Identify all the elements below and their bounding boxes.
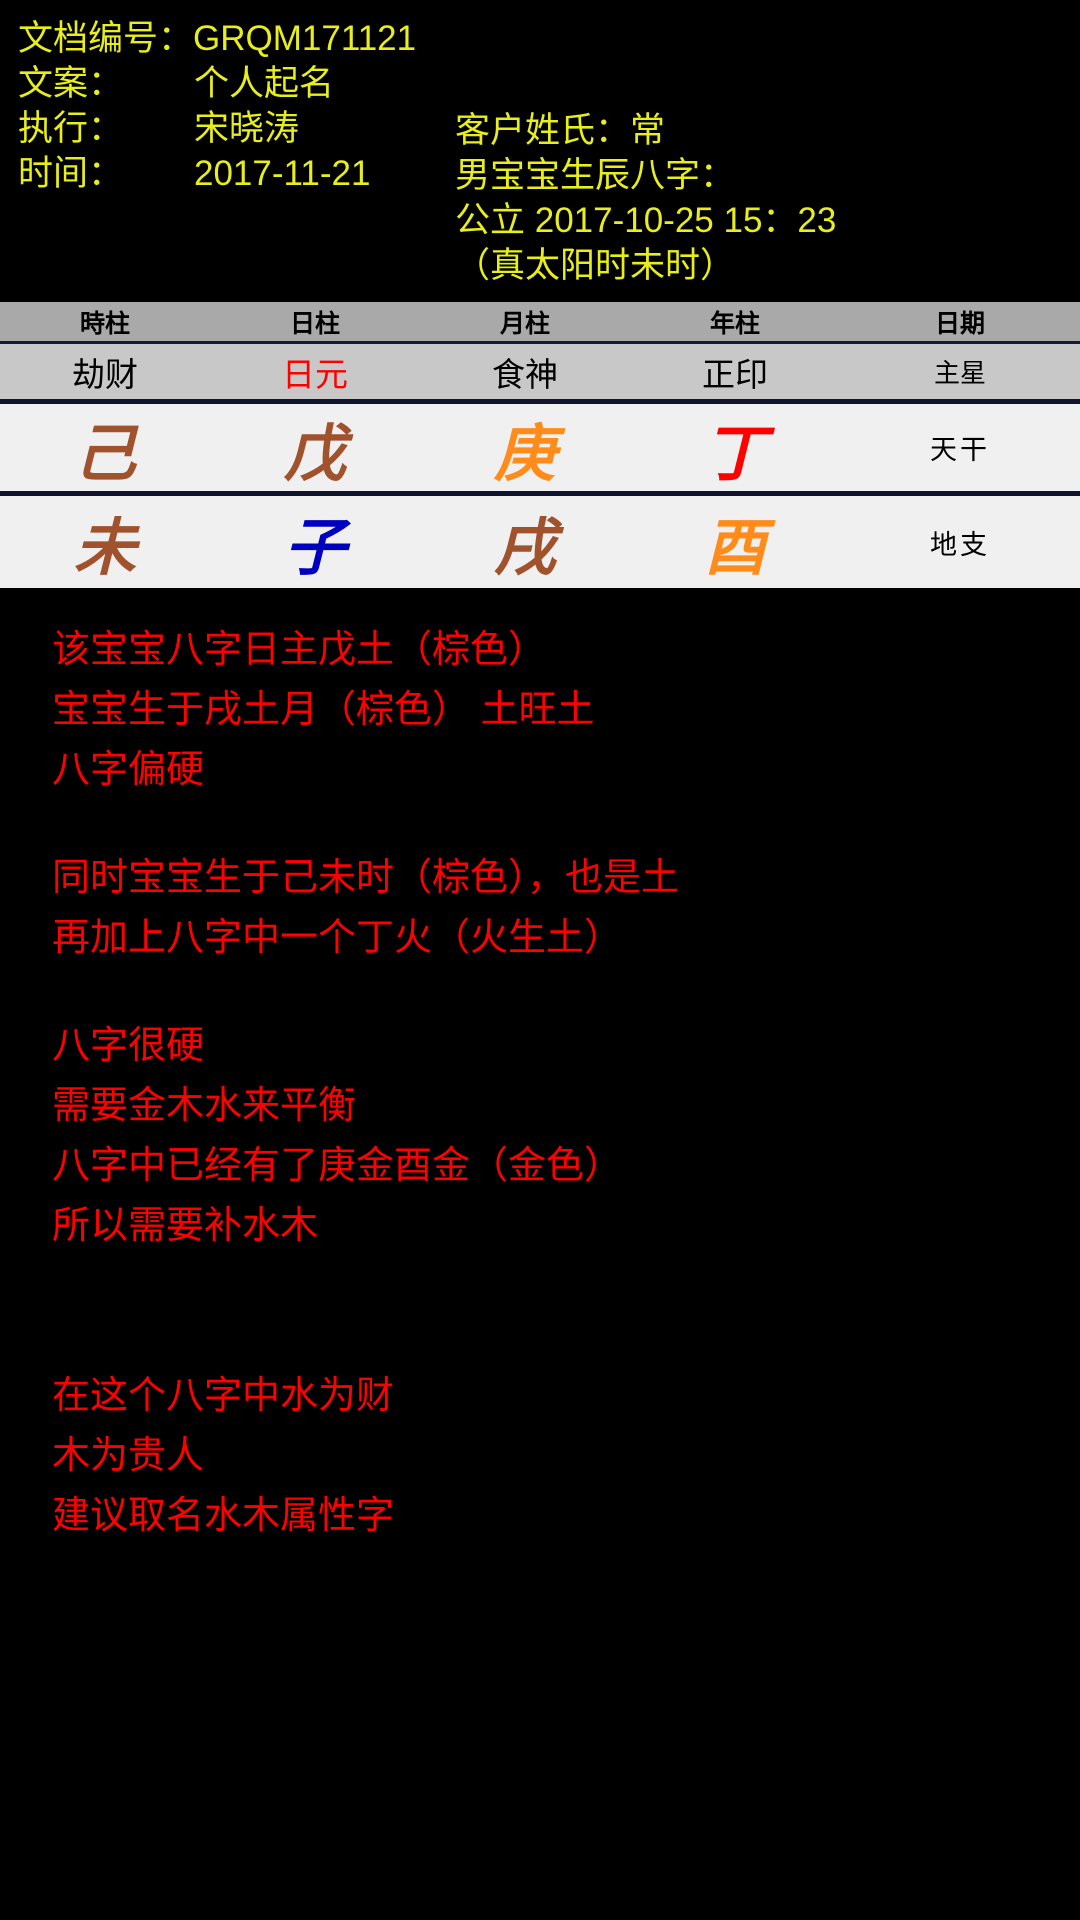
baby-bazi-label-line: 男宝宝生辰八字： bbox=[455, 156, 736, 195]
column-header-month-pillar: 月柱 bbox=[499, 309, 550, 338]
analysis-line: 宝宝生于戌土月（棕色） 土旺土 bbox=[52, 689, 595, 731]
client-surname-line: 客户姓氏：常 bbox=[455, 111, 666, 150]
column-header-year-pillar: 年柱 bbox=[709, 309, 760, 338]
analysis-line: 在这个八字中水为财 bbox=[52, 1375, 395, 1417]
analysis-paragraph-2: 同时宝宝生于己未时（棕色），也是土 再加上八字中一个丁火（火生土） bbox=[52, 848, 1062, 968]
main-star-hour: 劫财 bbox=[72, 355, 138, 393]
meta-label-executor: 执行： bbox=[18, 109, 124, 148]
meta-value-copy: 个人起名 bbox=[194, 64, 335, 103]
true-solar-time-line: （真太阳时未时） bbox=[455, 246, 736, 285]
main-star-month: 食神 bbox=[492, 355, 558, 393]
gregorian-datetime-line: 公立 2017-10-25 15：23 bbox=[455, 201, 837, 240]
analysis-line: 八字偏硬 bbox=[52, 749, 205, 791]
table-row-main-stars: 劫财 日元 食神 正印 主星 bbox=[0, 344, 1080, 404]
analysis-line: 再加上八字中一个丁火（火生土） bbox=[52, 917, 623, 959]
table-header-row: 時柱 日柱 月柱 年柱 日期 bbox=[0, 302, 1080, 344]
row-label-main-star: 主星 bbox=[933, 358, 986, 388]
main-star-day: 日元 bbox=[282, 355, 348, 393]
analysis-line: 所以需要补水木 bbox=[52, 1205, 319, 1247]
analysis-paragraph-3: 八字很硬 需要金木水来平衡 八字中已经有了庚金酉金（金色） 所以需要补水木 bbox=[52, 1016, 1062, 1256]
meta-row-doc-number: 文档编号： GRQM171121 bbox=[18, 16, 538, 61]
analysis-line: 需要金木水来平衡 bbox=[52, 1085, 357, 1127]
bazi-chart-table: 時柱 日柱 月柱 年柱 日期 劫财 日元 食神 正印 主星 己 戊 庚 丁 天干… bbox=[0, 302, 1080, 588]
meta-label-date: 时间： bbox=[18, 154, 124, 193]
analysis-line: 木为贵人 bbox=[52, 1435, 205, 1477]
meta-value-doc-number: GRQM171121 bbox=[193, 19, 417, 58]
main-star-year: 正印 bbox=[702, 355, 768, 393]
heavenly-stem-year: 丁 bbox=[703, 420, 766, 489]
analysis-line: 建议取名水木属性字 bbox=[52, 1495, 395, 1537]
table-row-earthly-branches: 未 子 戌 酉 地支 bbox=[0, 496, 1080, 588]
heavenly-stem-day: 戊 bbox=[283, 420, 346, 489]
meta-value-executor: 宋晓涛 bbox=[194, 109, 300, 148]
heavenly-stem-hour: 己 bbox=[73, 420, 136, 489]
meta-label-doc-number: 文档编号： bbox=[18, 19, 194, 58]
analysis-line: 同时宝宝生于己未时（棕色），也是土 bbox=[52, 857, 680, 899]
row-label-earthly-branch: 地支 bbox=[930, 529, 990, 560]
meta-value-date: 2017-11-21 bbox=[194, 154, 371, 193]
earthly-branch-hour: 未 bbox=[73, 515, 136, 583]
analysis-paragraph-4: 在这个八字中水为财 木为贵人 建议取名水木属性字 bbox=[52, 1366, 1062, 1546]
analysis-text-block: 该宝宝八字日主戊土（棕色） 宝宝生于戌土月（棕色） 土旺土 八字偏硬 同时宝宝生… bbox=[52, 620, 1062, 1546]
meta-row-copy: 文案： 个人起名 bbox=[18, 61, 538, 106]
heavenly-stem-month: 庚 bbox=[493, 420, 556, 489]
client-info-block: 客户姓氏：常 男宝宝生辰八字： 公立 2017-10-25 15：23 （真太阳… bbox=[455, 108, 1075, 288]
column-header-date: 日期 bbox=[934, 309, 985, 338]
column-header-hour-pillar: 時柱 bbox=[79, 309, 130, 338]
earthly-branch-month: 戌 bbox=[493, 515, 556, 583]
analysis-line: 八字很硬 bbox=[52, 1025, 205, 1067]
analysis-line: 八字中已经有了庚金酉金（金色） bbox=[52, 1145, 623, 1187]
earthly-branch-year: 酉 bbox=[703, 515, 766, 583]
table-row-heavenly-stems: 己 戊 庚 丁 天干 bbox=[0, 404, 1080, 496]
meta-label-copy: 文案： bbox=[18, 64, 124, 103]
earthly-branch-day: 子 bbox=[283, 515, 346, 583]
analysis-line: 该宝宝八字日主戊土（棕色） bbox=[52, 629, 547, 671]
column-header-day-pillar: 日柱 bbox=[289, 309, 340, 338]
row-label-heavenly-stem: 天干 bbox=[930, 435, 990, 465]
analysis-paragraph-1: 该宝宝八字日主戊土（棕色） 宝宝生于戌土月（棕色） 土旺土 八字偏硬 bbox=[52, 620, 1062, 800]
